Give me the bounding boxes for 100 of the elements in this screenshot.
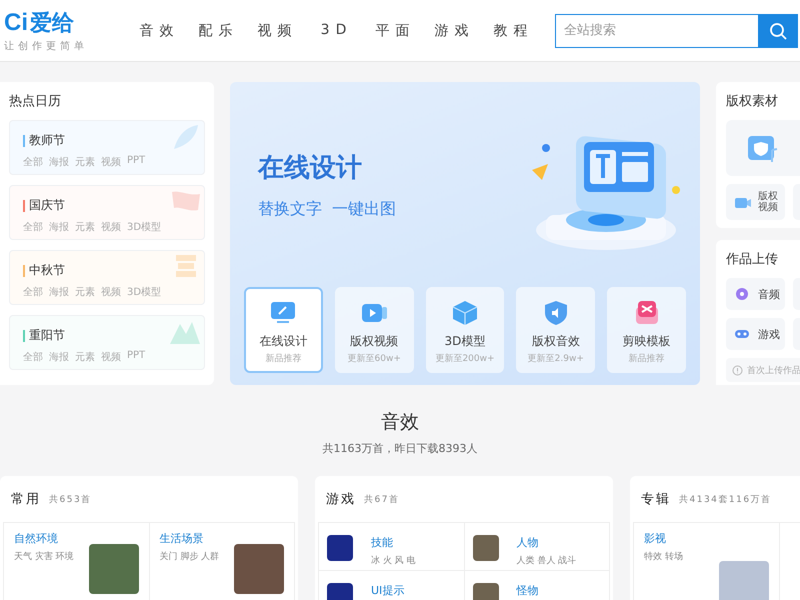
tag-link[interactable]: 视频 <box>101 155 121 169</box>
category-item[interactable]: 影视 特效 转场 <box>634 523 780 600</box>
item-name: 怪物 <box>516 583 538 598</box>
copyright-tile[interactable]: 版权视频 <box>726 184 785 220</box>
category-item[interactable]: 怪物 <box>464 571 610 600</box>
tile-note: 更新至2.9w+ <box>528 352 584 365</box>
nav-link[interactable]: 视频 <box>248 22 307 40</box>
tag-link[interactable]: 全部 <box>23 220 43 234</box>
tile-note: 更新至200w+ <box>435 352 495 365</box>
upload-tile[interactable]: 游戏 <box>726 318 785 350</box>
tile-label: 音频 <box>758 286 780 302</box>
category-tile[interactable]: 3D模型 更新至200w+ <box>426 287 504 373</box>
tag-link[interactable]: 视频 <box>101 285 121 299</box>
disc-icon <box>734 286 750 302</box>
category-item[interactable]: 生活场景 关门 脚步 人群 <box>150 523 295 600</box>
tag-link[interactable]: 海报 <box>49 285 69 299</box>
section-summary: 共1163万首，昨日下载8393人 <box>322 441 478 456</box>
category-item[interactable]: 技能 冰 火 风 电 <box>319 523 464 571</box>
tile-label: 剪映模板 <box>622 333 671 350</box>
category-tile[interactable]: 剪映模板 新品推荐 <box>607 287 686 373</box>
nav-link[interactable]: 音效 <box>130 22 189 40</box>
festival-name: 中秋节 <box>29 262 65 279</box>
upload-tile[interactable]: 音频 <box>726 278 785 310</box>
item-tags: 特效 转场 <box>644 550 768 563</box>
category-item[interactable]: UI提示 <box>319 571 464 600</box>
tag-link[interactable]: 3D模型 <box>127 220 162 234</box>
info-icon <box>732 364 743 376</box>
search-button[interactable] <box>758 14 798 48</box>
tag-link[interactable]: 视频 <box>101 350 121 364</box>
category-tile[interactable]: 在线设计 新品推荐 <box>244 287 323 373</box>
tag-link[interactable]: PPT <box>127 350 146 364</box>
category-title: 常用 <box>11 491 41 508</box>
festival-name: 国庆节 <box>29 197 65 214</box>
tag-link[interactable]: 全部 <box>23 285 43 299</box>
nav-link[interactable]: 游戏 <box>425 22 484 40</box>
photo-placeholder <box>234 544 284 594</box>
nav-link[interactable]: 教程 <box>484 22 543 40</box>
tag-link[interactable]: 元素 <box>75 220 95 234</box>
tag-link[interactable]: 元素 <box>75 285 95 299</box>
tag-link[interactable]: 全部 <box>23 155 43 169</box>
tag-link[interactable]: 海报 <box>49 155 69 169</box>
tag-link[interactable]: 元素 <box>75 350 95 364</box>
festival-card[interactable]: 教师节 全部 海报 元素 视频 PPT <box>9 120 205 175</box>
card-title: 作品上传 <box>726 251 779 268</box>
tag-link[interactable]: 全部 <box>23 350 43 364</box>
tag-link[interactable]: 海报 <box>49 350 69 364</box>
item-tags: 天气 灾害 环境 <box>14 550 138 563</box>
game-thumbnail <box>472 535 498 561</box>
category-count: 共653首 <box>49 494 92 506</box>
cube-icon <box>450 299 479 327</box>
tag-link[interactable]: 元素 <box>75 155 95 169</box>
festival-name: 教师节 <box>29 132 65 149</box>
category-tile[interactable]: 版权视频 更新至60w+ <box>334 287 414 373</box>
category-count: 共67首 <box>364 494 400 506</box>
card-title: 版权素材 <box>726 93 779 110</box>
category-count: 共4134套116万首 <box>679 494 772 506</box>
tile-note: 更新至60w+ <box>348 352 401 365</box>
tile-label: 版权视频 <box>758 190 779 214</box>
tag-link[interactable]: 视频 <box>101 220 121 234</box>
festival-card[interactable]: 中秋节 全部 海报 元素 视频 3D模型 <box>9 250 205 305</box>
photo-placeholder <box>718 561 768 600</box>
section-title: 音效 <box>381 410 419 435</box>
category-title: 专辑 <box>641 491 671 508</box>
item-name: 生活场景 <box>160 531 204 546</box>
item-tags: 关门 脚步 人群 <box>160 550 284 563</box>
item-name: 影视 <box>644 531 667 546</box>
category-item[interactable]: 人物 人类 兽人 战斗 <box>464 523 610 571</box>
festival-card[interactable]: 重阳节 全部 海报 元素 视频 PPT <box>9 315 205 370</box>
search-field[interactable]: 全站搜索 <box>555 14 758 48</box>
nav-link[interactable]: 平面 <box>366 22 425 40</box>
slogan: 让创作更简单 <box>4 40 89 53</box>
tile-label: 在线设计 <box>259 333 308 350</box>
item-name: 自然环境 <box>14 531 59 546</box>
nav-link[interactable]: 3D <box>307 22 366 40</box>
festival-card[interactable]: 国庆节 全部 海报 元素 视频 3D模型 <box>9 185 205 240</box>
tile-label: 游戏 <box>758 326 780 342</box>
banner-title: 在线设计 <box>258 152 363 184</box>
tile-label: 版权视频 <box>350 333 398 350</box>
festival-name: 重阳节 <box>29 327 65 344</box>
logo-mark: Ci <box>4 9 28 37</box>
item-name: 人物 <box>516 535 540 550</box>
item-tags: 冰 火 风 电 <box>371 554 416 567</box>
tile-label: 版权音效 <box>532 333 580 350</box>
nav-link[interactable]: 配乐 <box>189 22 248 40</box>
tag-link[interactable]: PPT <box>127 155 146 169</box>
search-icon <box>769 22 787 40</box>
photo-placeholder <box>88 544 138 594</box>
tile-note: 新品推荐 <box>265 352 302 365</box>
item-name: 技能 <box>371 535 394 550</box>
category-tile[interactable]: 版权音效 更新至2.9w+ <box>516 287 596 373</box>
tile-note: 新品推荐 <box>628 352 665 365</box>
tag-link[interactable]: 3D模型 <box>127 285 162 299</box>
tile-label: 3D模型 <box>444 333 486 350</box>
notice-text: 首次上传作品 <box>747 364 800 376</box>
category-item[interactable]: 自然环境 天气 灾害 环境 <box>4 523 150 600</box>
game-thumbnail <box>327 535 353 561</box>
item-tags: 人类 兽人 战斗 <box>516 554 576 567</box>
logo-text: 爱给 <box>30 10 74 38</box>
tag-link[interactable]: 海报 <box>49 220 69 234</box>
category-title: 游戏 <box>326 491 356 508</box>
